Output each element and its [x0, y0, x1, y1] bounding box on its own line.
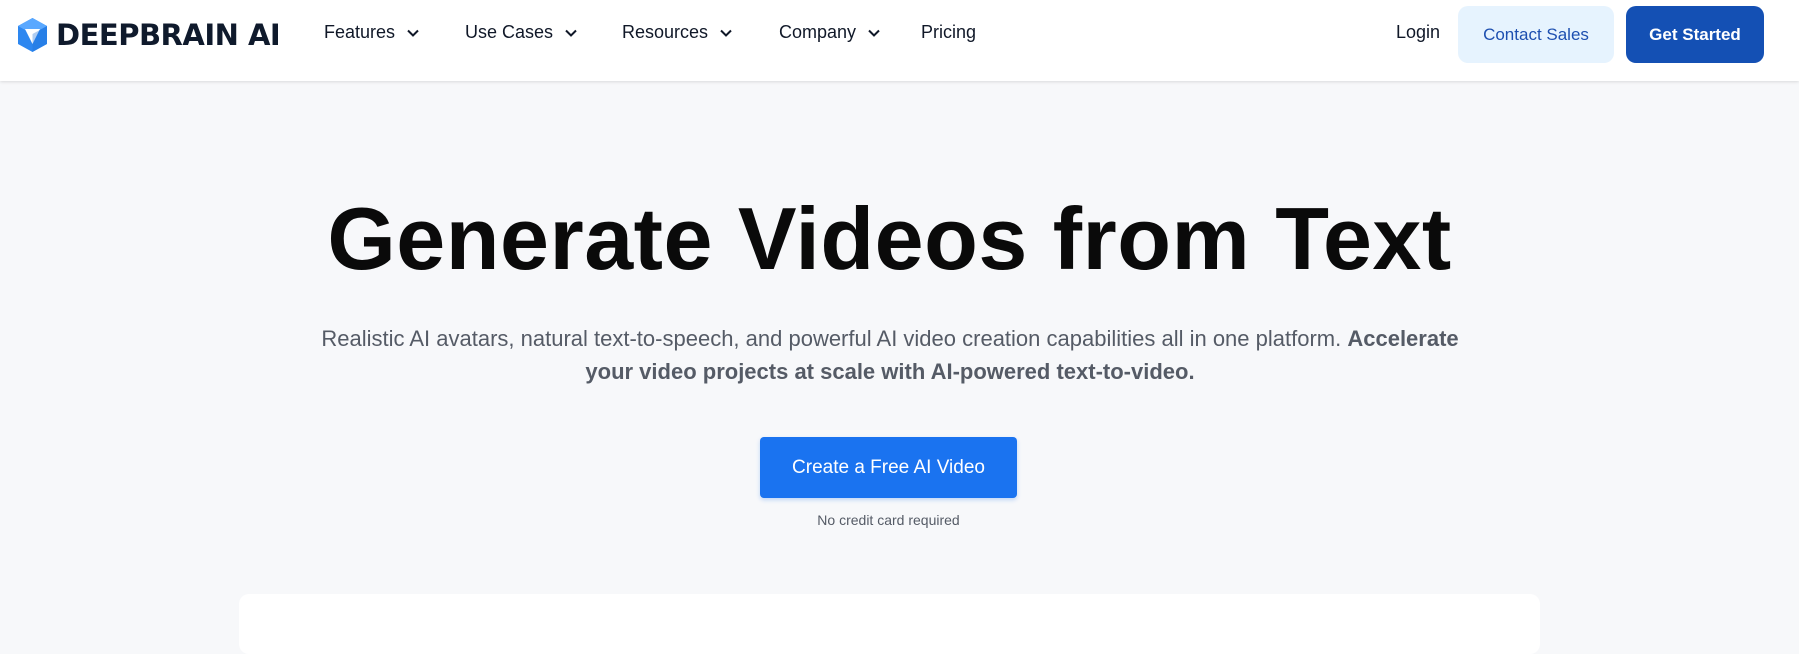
nav-item-features[interactable]: Features: [324, 22, 419, 43]
hero-title: Generate Videos from Text: [327, 189, 1452, 288]
hero-subtitle: Realistic AI avatars, natural text-to-sp…: [320, 322, 1460, 388]
nav-item-resources[interactable]: Resources: [622, 22, 732, 43]
no-credit-card-note: No credit card required: [817, 512, 960, 528]
get-started-button[interactable]: Get Started: [1626, 6, 1764, 63]
preview-card: [239, 594, 1540, 654]
create-free-video-button[interactable]: Create a Free AI Video: [760, 437, 1017, 498]
chevron-down-icon: [720, 29, 732, 37]
nav-item-label: Pricing: [921, 22, 977, 42]
nav-item-company[interactable]: Company: [779, 22, 880, 43]
nav-item-label: Resources: [622, 22, 709, 42]
deepbrain-cube-logo-icon: [18, 18, 47, 52]
nav-item-label: Company: [779, 22, 857, 42]
chevron-down-icon: [407, 29, 419, 37]
login-link[interactable]: Login: [1396, 22, 1440, 43]
nav-item-use-cases[interactable]: Use Cases: [465, 22, 577, 43]
contact-sales-button[interactable]: Contact Sales: [1458, 6, 1614, 63]
brand-name: DEEPBRAIN AI: [56, 18, 281, 52]
chevron-down-icon: [868, 29, 880, 37]
nav-item-label: Features: [324, 22, 396, 42]
brand-logo[interactable]: DEEPBRAIN AI: [17, 17, 281, 53]
top-navbar: DEEPBRAIN AI Features Use Cases Resource…: [0, 0, 1799, 81]
chevron-down-icon: [565, 29, 577, 37]
nav-item-pricing[interactable]: Pricing: [921, 22, 976, 43]
hero-subtitle-plain: Realistic AI avatars, natural text-to-sp…: [321, 326, 1348, 351]
nav-item-label: Use Cases: [465, 22, 554, 42]
